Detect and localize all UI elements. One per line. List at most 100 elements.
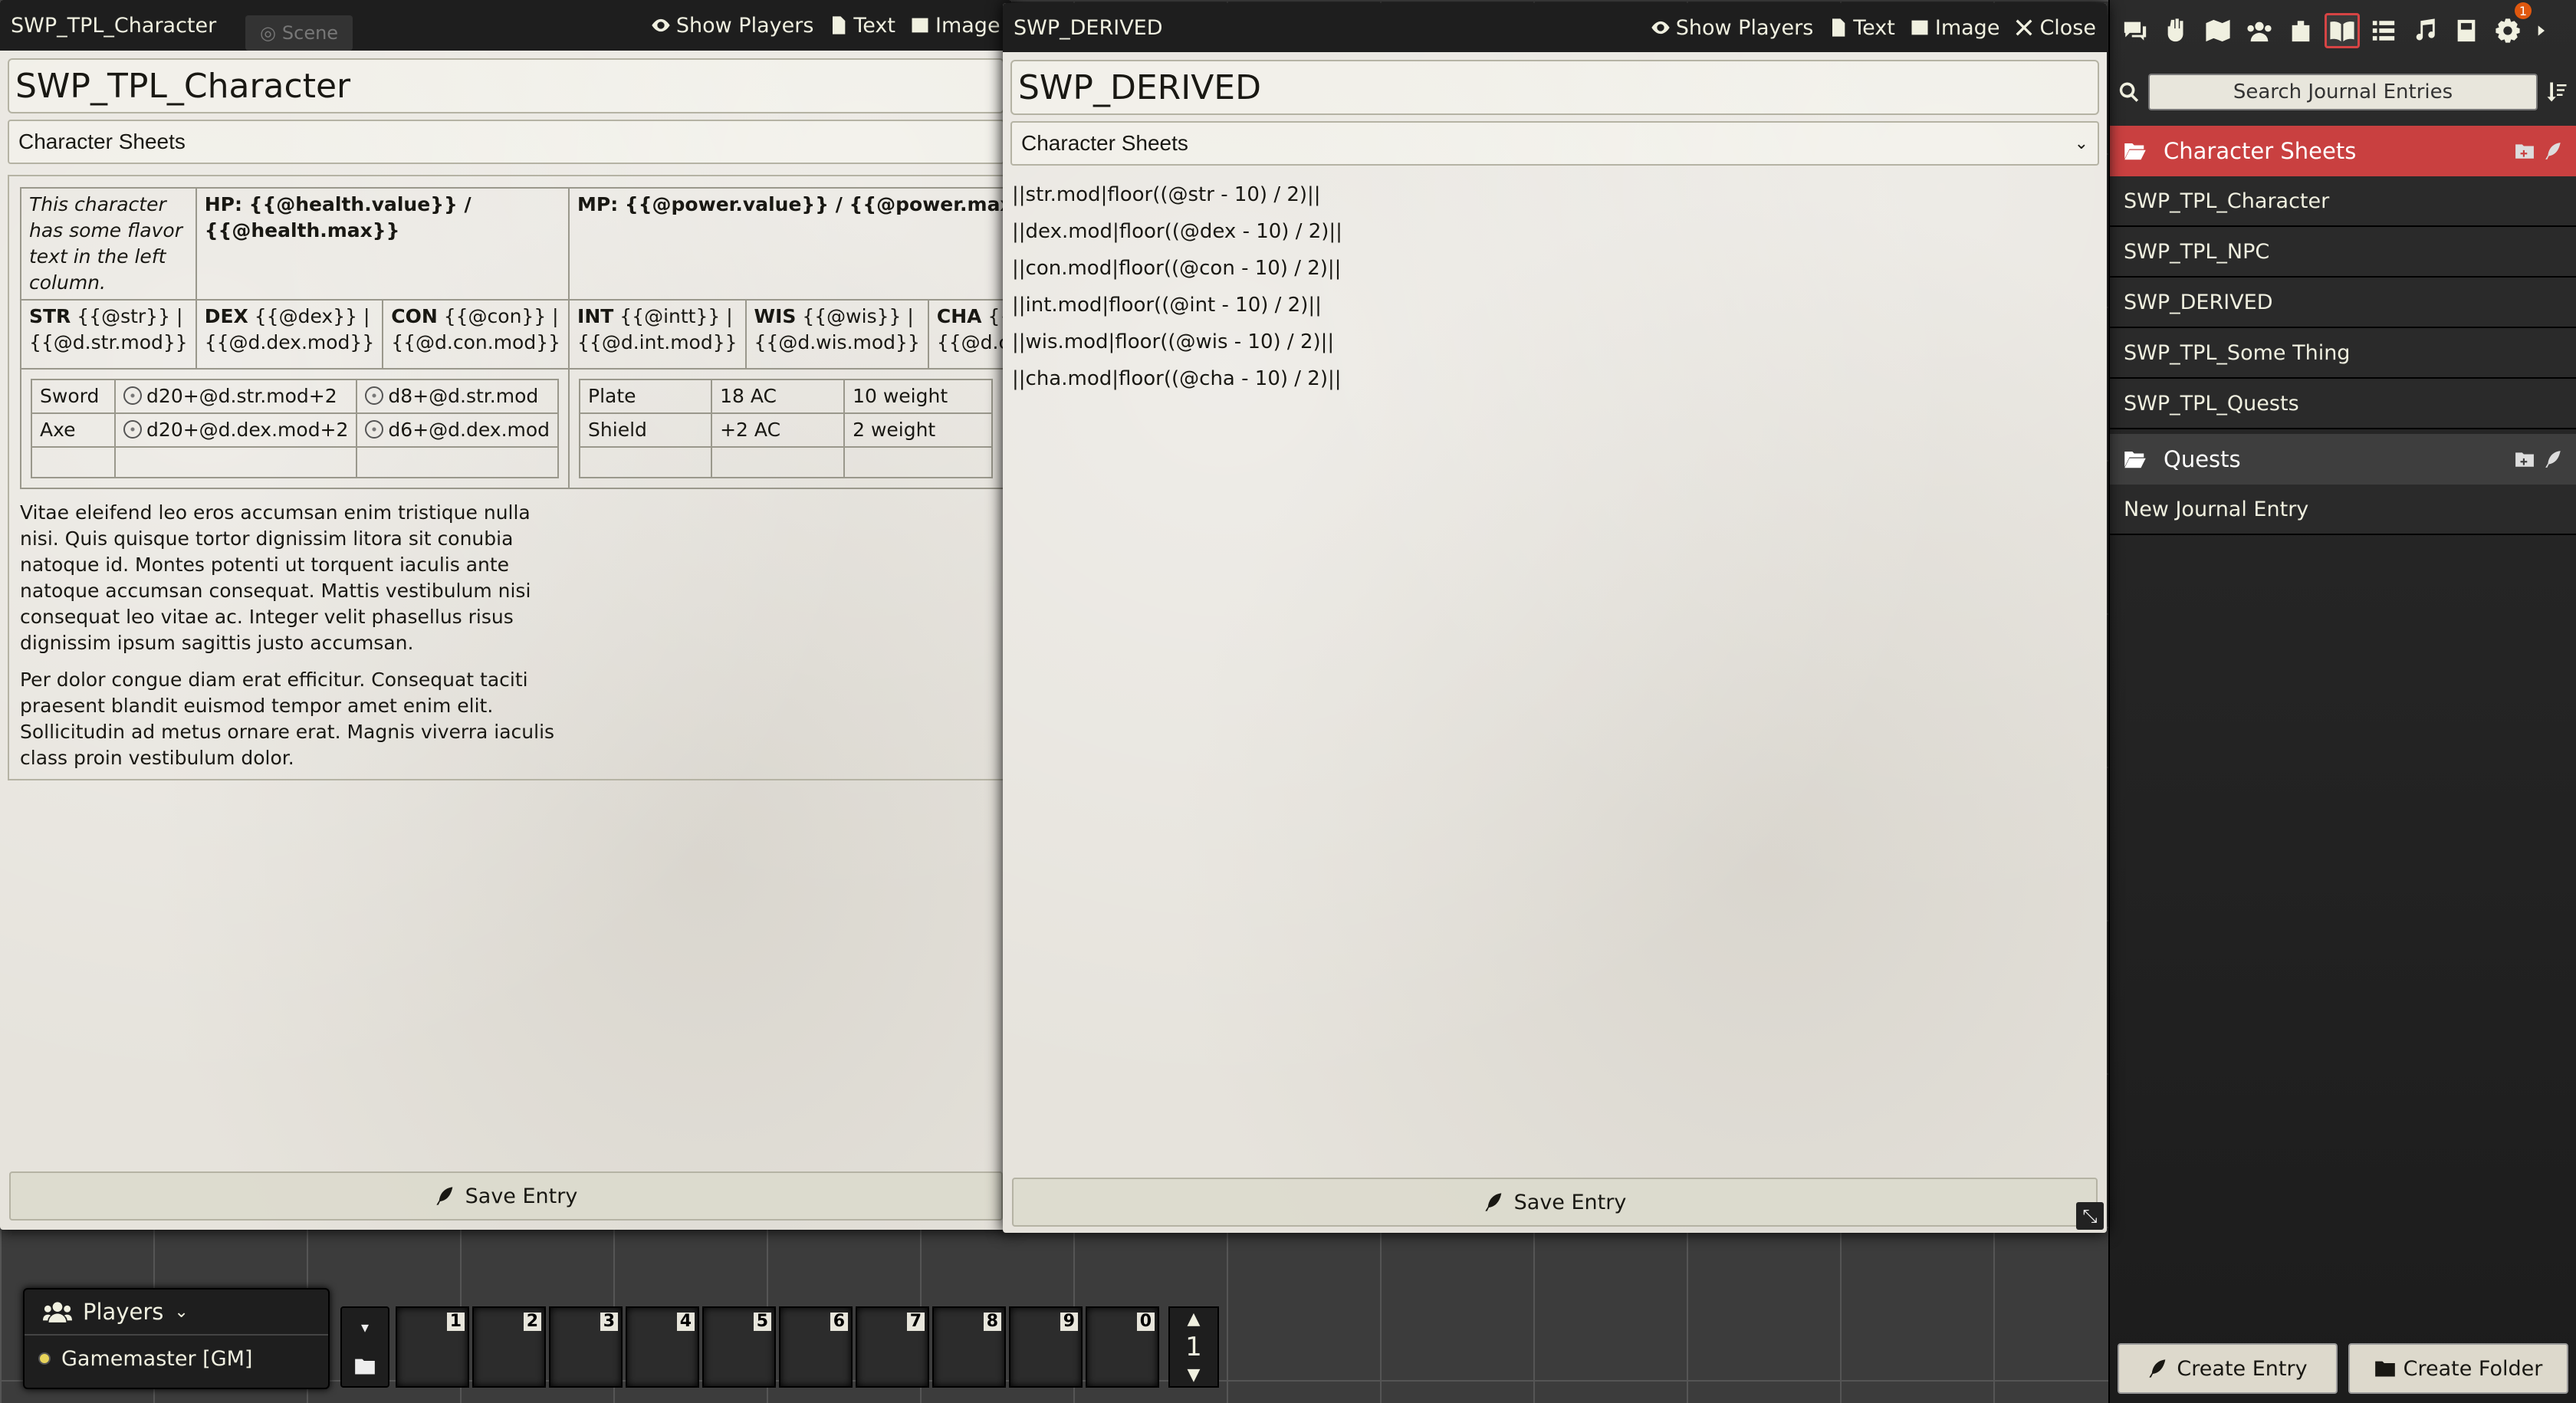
folder-select[interactable]: Character Sheets	[8, 120, 1004, 164]
items-icon	[2292, 21, 2310, 42]
create-folder-button[interactable]: Create Folder	[2348, 1343, 2568, 1394]
image-mode-button[interactable]: Image	[1909, 16, 1999, 40]
text-mode-button[interactable]: Text	[1827, 16, 1895, 40]
sidebar: 1 Search Journal Entries Character Sheet…	[2108, 0, 2576, 1403]
macro-slot[interactable]: 6	[779, 1306, 853, 1388]
attack-roll[interactable]: d20+@d.dex.mod+2	[114, 412, 358, 448]
tab-scenes[interactable]	[2200, 13, 2236, 48]
macro-hotbar: 1 2 3 4 5 6 7 8 9 0	[396, 1306, 1159, 1388]
window-header[interactable]: SWP_TPL_Character Show Players Text Imag…	[0, 0, 1012, 51]
feather-icon[interactable]	[2544, 141, 2564, 161]
players-header[interactable]: Players ⌄	[25, 1290, 328, 1336]
chevron-down-icon: ⌄	[2074, 133, 2088, 153]
save-entry-button[interactable]: Save Entry	[1012, 1178, 2098, 1227]
folder-select[interactable]: Character Sheets ⌄	[1010, 121, 2099, 166]
tab-settings[interactable]: 1	[2490, 2, 2532, 48]
stat-con: CON {{@con}} | {{@d.con.mod}}	[382, 299, 570, 370]
journal-entry[interactable]: New Journal Entry	[2110, 485, 2576, 535]
folder-icon	[2374, 1361, 2395, 1377]
journal-entry[interactable]: SWP_TPL_Some Thing	[2110, 328, 2576, 379]
macro-slot[interactable]: 4	[626, 1306, 699, 1388]
sort-icon[interactable]	[2545, 80, 2568, 104]
sidebar-footer: Create Entry Create Folder	[2118, 1343, 2568, 1394]
folder-name: Quests	[2164, 446, 2241, 472]
journal-entry[interactable]: SWP_TPL_Character	[2110, 176, 2576, 227]
create-folder-icon[interactable]	[2515, 141, 2535, 161]
macro-slot[interactable]: 8	[932, 1306, 1006, 1388]
journal-entry[interactable]: SWP_TPL_NPC	[2110, 227, 2576, 278]
folder-header[interactable]: Quests	[2110, 434, 2576, 485]
macro-slot[interactable]: 3	[549, 1306, 623, 1388]
dice-icon	[123, 386, 143, 405]
content-line: ||wis.mod|floor((@wis - 10) / 2)||	[1012, 330, 1335, 353]
save-entry-button[interactable]: Save Entry	[9, 1171, 1003, 1221]
stat-cha: CHA {{@cha}} | {{@d.cha.mod}}	[927, 299, 1012, 370]
table-row: Plate 18 AC 10 weight	[579, 379, 994, 414]
notification-badge: 1	[2515, 2, 2532, 19]
weapon-name: Axe	[30, 412, 117, 448]
search-input[interactable]: Search Journal Entries	[2148, 74, 2538, 110]
macro-slot[interactable]: 5	[702, 1306, 776, 1388]
tab-chat[interactable]	[2118, 13, 2153, 48]
hotbar-menu-button[interactable]: ▾	[342, 1308, 388, 1346]
folder-open-icon	[2124, 452, 2146, 468]
macro-directory-button[interactable]	[342, 1346, 388, 1386]
tables-icon	[2372, 21, 2395, 41]
tab-tables[interactable]	[2366, 13, 2401, 48]
search-icon	[2119, 82, 2139, 102]
collapse-icon	[2538, 25, 2545, 36]
content-line: ||str.mod|floor((@str - 10) / 2)||	[1012, 183, 1321, 206]
feather-icon[interactable]	[2544, 449, 2564, 469]
dice-icon	[365, 386, 384, 405]
page-down-button[interactable]: ▼	[1188, 1365, 1201, 1385]
entry-name-input[interactable]: SWP_DERIVED	[1010, 60, 2099, 115]
entry-name-input[interactable]: SWP_TPL_Character	[8, 58, 1004, 113]
macro-slot[interactable]: 9	[1009, 1306, 1083, 1388]
dice-icon	[123, 420, 143, 439]
journal-entry[interactable]: SWP_TPL_Quests	[2110, 379, 2576, 429]
damage-roll[interactable]: d6+@d.dex.mod	[356, 412, 560, 448]
macro-slot[interactable]: 0	[1086, 1306, 1159, 1388]
playlists-icon	[2416, 18, 2435, 41]
flavor-cell: This character has some flavor text in t…	[20, 187, 197, 301]
close-icon	[2016, 19, 2032, 36]
tab-playlists[interactable]	[2407, 13, 2443, 48]
damage-roll[interactable]: d8+@d.str.mod	[356, 379, 560, 414]
show-players-button[interactable]: Show Players	[1650, 16, 1813, 40]
folder-header[interactable]: Character Sheets	[2110, 126, 2576, 176]
hp-cell: HP: {{@health.value}} / {{@health.max}}	[195, 187, 570, 301]
content-line: ||dex.mod|floor((@dex - 10) / 2)||	[1012, 220, 1342, 243]
image-icon	[1911, 20, 1928, 35]
tab-combat[interactable]	[2159, 13, 2194, 48]
create-entry-button[interactable]: Create Entry	[2118, 1343, 2338, 1394]
attack-roll[interactable]: d20+@d.str.mod+2	[114, 379, 358, 414]
tab-items[interactable]	[2283, 13, 2318, 48]
page-up-button[interactable]: ▲	[1188, 1309, 1201, 1329]
stat-wis: WIS {{@wis}} | {{@d.wis.mod}}	[744, 299, 929, 370]
journal-entry[interactable]: SWP_DERIVED	[2110, 278, 2576, 328]
content-line: ||cha.mod|floor((@cha - 10) / 2)||	[1012, 367, 1342, 390]
create-folder-icon[interactable]	[2515, 449, 2535, 469]
tab-actors[interactable]	[2242, 13, 2277, 48]
scene-tab[interactable]: ◎ Scene	[245, 15, 353, 51]
image-mode-button[interactable]: Image	[909, 14, 1001, 38]
text-mode-button[interactable]: Text	[827, 14, 895, 38]
window-header[interactable]: SWP_DERIVED Show Players Text Image Clos…	[1003, 3, 2107, 52]
macro-slot[interactable]: 7	[856, 1306, 929, 1388]
entry-content[interactable]: This character has some flavor text in t…	[8, 175, 1012, 780]
table-row: Shield +2 AC 2 weight	[579, 412, 994, 448]
macro-slot[interactable]: 2	[472, 1306, 546, 1388]
feather-icon	[435, 1187, 452, 1205]
macro-slot[interactable]: 1	[396, 1306, 469, 1388]
collapse-sidebar-button[interactable]	[2532, 13, 2550, 48]
tab-compendium[interactable]	[2449, 13, 2484, 48]
stat-dex: DEX {{@dex}} | {{@d.dex.mod}}	[195, 299, 384, 370]
resize-handle[interactable]: ⤡	[2076, 1202, 2104, 1230]
stat-str: STR {{@str}} | {{@d.str.mod}}	[20, 299, 197, 370]
content-line: ||con.mod|floor((@con - 10) / 2)||	[1012, 257, 1342, 280]
entry-content[interactable]: ||str.mod|floor((@str - 10) / 2)|| ||dex…	[1010, 176, 2099, 397]
show-players-button[interactable]: Show Players	[650, 14, 813, 38]
close-button[interactable]: Close	[2013, 16, 2096, 40]
tab-journal[interactable]	[2325, 13, 2360, 48]
content-line: ||int.mod|floor((@int - 10) / 2)||	[1012, 294, 1322, 317]
